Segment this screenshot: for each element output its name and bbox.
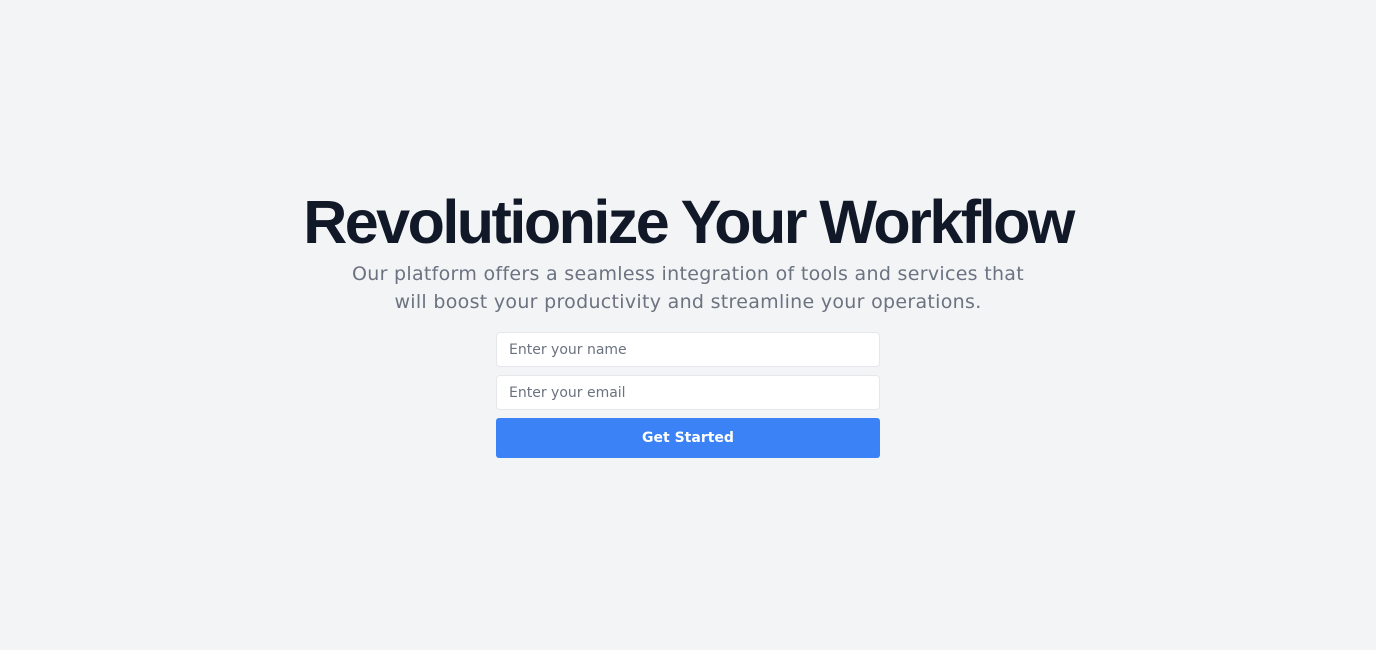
name-input[interactable] (496, 332, 880, 367)
hero-section: Revolutionize Your Workflow Our platform… (0, 0, 1376, 650)
hero-subtitle: Our platform offers a seamless integrati… (351, 263, 1025, 313)
signup-form: Get Started (496, 332, 880, 458)
get-started-button[interactable]: Get Started (496, 418, 880, 458)
email-input[interactable] (496, 375, 880, 410)
hero-title: Revolutionize Your Workflow (303, 188, 1075, 256)
